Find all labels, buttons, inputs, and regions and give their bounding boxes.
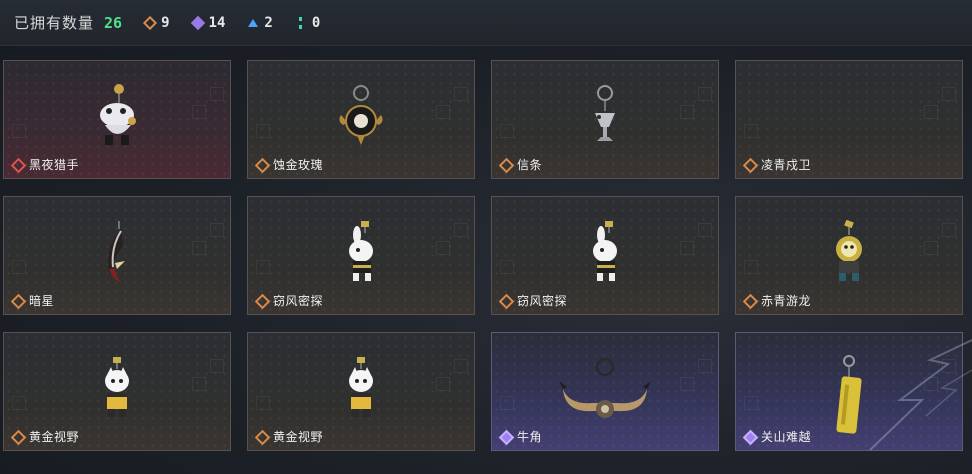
charm-label: 黑夜猎手 [12, 156, 79, 173]
white-rabbit-figure-icon [349, 221, 373, 281]
stat-teal-value: 0 [311, 14, 321, 31]
rarity-orange-icon [256, 295, 267, 306]
rarity-orange-icon [744, 159, 755, 170]
stat-blue-value: 2 [264, 14, 273, 31]
charm-card[interactable]: 黑夜猎手 [3, 60, 231, 179]
stat-orange: 9 [143, 14, 170, 31]
dark-rose-medallion-icon [339, 85, 383, 145]
owned-count-total: 26 [104, 13, 123, 32]
stat-purple-value: 14 [208, 14, 226, 31]
charm-label: 暗星 [12, 292, 54, 309]
owned-count-label: 已拥有数量 [14, 14, 95, 32]
charm-label: 关山难越 [744, 428, 811, 445]
charm-label: 凌青戍卫 [744, 156, 811, 173]
crescent-feather-icon [108, 221, 125, 283]
charm-label: 牛角 [500, 428, 542, 445]
purple-diamond-icon [190, 15, 205, 30]
charm-card[interactable]: 黄金视野 [247, 332, 475, 451]
rarity-orange-icon [500, 295, 511, 306]
charm-label: 蚀金玫瑰 [256, 156, 323, 173]
charm-card[interactable]: 凌青戍卫 [735, 60, 963, 179]
stat-blue: 2 [247, 14, 273, 31]
white-cat-figure-icon [100, 84, 136, 145]
charm-name: 牛角 [517, 430, 543, 444]
white-rabbit-figure-icon [593, 221, 617, 281]
rarity-orange-icon [12, 431, 23, 442]
charm-name: 黑夜猎手 [29, 158, 80, 172]
charm-card[interactable]: 关山难越 [735, 332, 963, 451]
charm-name: 信条 [517, 158, 543, 172]
charm-name: 黄金视野 [29, 430, 80, 444]
charm-name: 黄金视野 [273, 430, 324, 444]
charm-name: 蚀金玫瑰 [273, 158, 324, 172]
charm-label: 赤青游龙 [744, 292, 811, 309]
bull-horn-icon [559, 357, 651, 418]
charm-name: 暗星 [29, 294, 55, 308]
charm-card[interactable]: 窃风密探 [247, 196, 475, 315]
charm-card[interactable]: 信条 [491, 60, 719, 179]
charm-name: 凌青戍卫 [761, 158, 812, 172]
charm-label: 窃风密探 [256, 292, 323, 309]
charm-card[interactable]: 暗星 [3, 196, 231, 315]
charm-card[interactable]: 蚀金玫瑰 [247, 60, 475, 179]
stat-purple: 14 [190, 14, 226, 31]
rarity-orange-icon [256, 159, 267, 170]
charm-label: 黄金视野 [256, 428, 323, 445]
teal-bar-icon [295, 16, 307, 29]
rarity-orange-icon [500, 159, 511, 170]
charm-label: 信条 [500, 156, 542, 173]
stat-orange-value: 9 [161, 14, 170, 31]
charm-name: 窃风密探 [517, 294, 568, 308]
rarity-red-icon [12, 159, 23, 170]
inventory-header: 已拥有数量 26 9 14 2 0 [0, 0, 972, 46]
rarity-orange-icon [744, 295, 755, 306]
charm-name: 赤青游龙 [761, 294, 812, 308]
rarity-orange-icon [256, 431, 267, 442]
rarity-orange-icon [12, 295, 23, 306]
blue-triangle-icon [247, 17, 259, 29]
charm-card[interactable]: 窃风密探 [491, 196, 719, 315]
charm-card[interactable]: 赤青游龙 [735, 196, 963, 315]
charm-name: 窃风密探 [273, 294, 324, 308]
silver-goblet-icon [595, 85, 615, 141]
charm-label: 窃风密探 [500, 292, 567, 309]
gold-bar-icon [836, 355, 862, 434]
charm-card[interactable]: 牛角 [491, 332, 719, 451]
rarity-purple-icon [744, 431, 755, 442]
orange-diamond-icon [143, 15, 158, 30]
white-cat-yellow-robe-icon [105, 357, 129, 417]
stat-teal: 0 [295, 15, 320, 31]
white-cat-yellow-robe-icon [349, 357, 373, 417]
rarity-purple-icon [500, 431, 511, 442]
lion-dragon-figure-icon [836, 219, 862, 281]
charm-name: 关山难越 [761, 430, 812, 444]
charm-label: 黄金视野 [12, 428, 79, 445]
charm-card[interactable]: 黄金视野 [3, 332, 231, 451]
